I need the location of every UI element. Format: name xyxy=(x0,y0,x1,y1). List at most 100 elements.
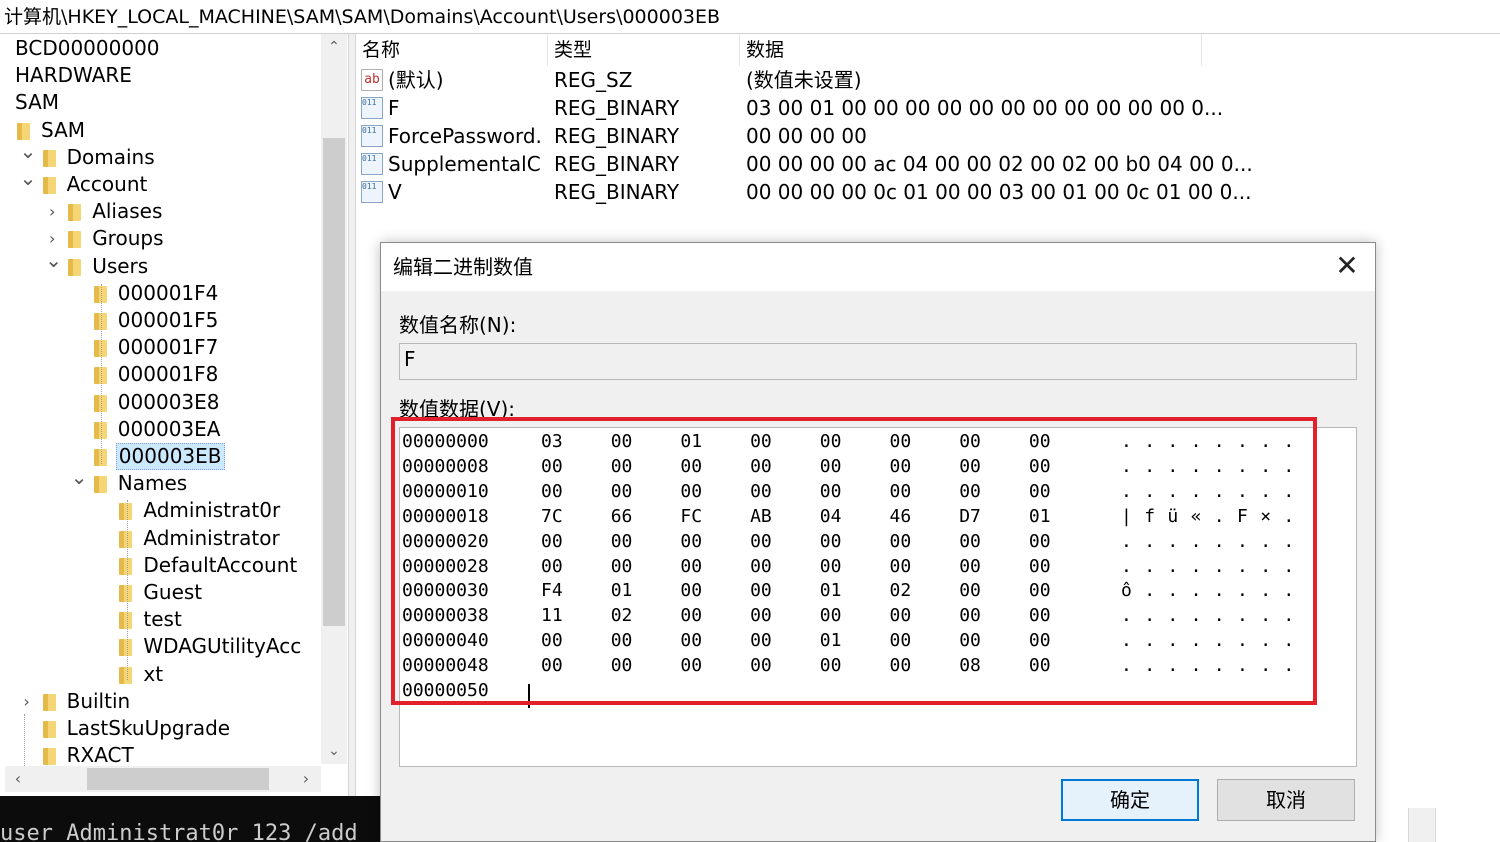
tree-item[interactable]: Administrat0r xyxy=(0,497,320,524)
folder-icon xyxy=(68,231,82,249)
chevron-down-icon[interactable]: ⌄ xyxy=(20,138,37,165)
chevron-down-icon[interactable]: ⌄ xyxy=(71,464,88,491)
tree-item[interactable]: 000003EB xyxy=(0,443,320,470)
tree-item[interactable]: SAM xyxy=(0,117,320,144)
tree-item[interactable]: ⌄ Domains xyxy=(0,139,320,171)
chevron-right-icon[interactable]: › xyxy=(45,198,59,225)
pane-splitter[interactable] xyxy=(348,34,356,796)
tree-item[interactable]: SAM xyxy=(0,89,320,116)
tree-vertical-scrollbar[interactable]: ⌃ ⌄ xyxy=(321,34,347,764)
scroll-down-icon[interactable]: ⌄ xyxy=(321,740,347,762)
folder-icon xyxy=(42,748,56,766)
chevron-right-icon[interactable]: › xyxy=(20,688,34,715)
tree-item-label: Guest xyxy=(143,580,203,604)
tree-item-label: 000003EB xyxy=(115,443,225,470)
value-data-cell: (数值未设置) xyxy=(746,68,862,92)
tree-item[interactable]: Guest xyxy=(0,579,320,606)
tree-horizontal-scrollbar[interactable]: ‹ › xyxy=(5,766,321,792)
tree-item[interactable]: 000003E8 xyxy=(0,389,320,416)
scroll-right-icon[interactable]: › xyxy=(295,766,317,792)
folder-icon xyxy=(119,557,133,575)
tree-horizontal-scroll-thumb[interactable] xyxy=(87,768,269,790)
address-bar[interactable]: 计算机\HKEY_LOCAL_MACHINE\SAM\SAM\Domains\A… xyxy=(0,0,1500,34)
tree-item-label: 000001F8 xyxy=(117,362,219,387)
tree-item-label: Names xyxy=(117,471,188,496)
binary-value-icon: 011 110 xyxy=(361,125,383,147)
value-type-cell: REG_BINARY xyxy=(554,96,680,120)
tree-item-label: test xyxy=(143,607,182,632)
tree-item-label: Administrator xyxy=(143,525,280,550)
tree-item[interactable]: 000001F4 xyxy=(0,280,320,307)
tree-item[interactable]: xt xyxy=(0,661,320,688)
tree-item-label: WDAGUtilityAcc xyxy=(143,634,302,659)
tree-item[interactable]: ⌄ Account xyxy=(0,166,320,198)
value-type-cell: REG_SZ xyxy=(554,68,633,92)
value-name-cell: SupplementalC... xyxy=(388,152,542,176)
background-window-edge xyxy=(1408,808,1436,842)
tree-item-label: HARDWARE xyxy=(15,63,132,88)
tree-item-label: SAM xyxy=(15,90,60,115)
dialog-titlebar[interactable]: 编辑二进制数值 ✕ xyxy=(381,243,1375,291)
tree-item[interactable]: 000001F7 xyxy=(0,334,320,361)
tree-item-label: SAM xyxy=(41,117,86,142)
tree-vertical-scroll-thumb[interactable] xyxy=(323,138,345,626)
folder-icon xyxy=(119,530,133,548)
tree-item[interactable]: ⌄ Names xyxy=(0,465,320,497)
tree-item-label: 000003E8 xyxy=(117,389,220,414)
value-name-cell: F xyxy=(388,96,400,120)
tree-item[interactable]: › Aliases xyxy=(0,198,320,225)
dialog-title: 编辑二进制数值 xyxy=(393,255,533,279)
folder-icon xyxy=(119,585,133,602)
cancel-button[interactable]: 取消 xyxy=(1217,779,1355,821)
tree-item[interactable]: WDAGUtilityAcc xyxy=(0,633,320,660)
tree-item-label: DefaultAccount xyxy=(143,552,298,577)
binary-value-icon: 011 110 xyxy=(361,153,383,175)
tree-item[interactable]: 000001F8 xyxy=(0,361,320,388)
tree-item-label: 000001F5 xyxy=(117,308,219,332)
value-type-cell: REG_BINARY xyxy=(554,124,680,148)
tree-item-label: 000001F4 xyxy=(117,280,219,305)
tree-item[interactable]: test xyxy=(0,606,320,633)
binary-value-icon: 011 110 xyxy=(361,181,383,203)
close-icon[interactable]: ✕ xyxy=(1319,243,1375,291)
terminal-window[interactable]: user Administrat0r 123 /add xyxy=(0,796,382,842)
value-name-cell: ForcePassword... xyxy=(388,124,542,148)
tree-item-label: 000003EA xyxy=(117,416,221,441)
tree-item-label: xt xyxy=(143,661,164,686)
tree-item[interactable]: LastSkuUpgrade xyxy=(0,715,320,742)
value-type-cell: REG_BINARY xyxy=(554,180,680,204)
value-data-cell: 03 00 01 00 00 00 00 00 00 00 00 00 00 0… xyxy=(746,96,1224,120)
list-row[interactable]: 011 110V REG_BINARY 00 00 00 00 0c 01 00 0… xyxy=(356,178,1256,206)
list-row[interactable]: 011 110SupplementalC... REG_BINARY 00 00 0… xyxy=(356,150,1256,178)
column-header-type[interactable]: 类型 xyxy=(548,34,740,66)
value-data-cell: 00 00 00 00 0c 01 00 00 03 00 01 00 0c 0… xyxy=(746,180,1252,204)
tree-item[interactable]: ⌄ Users xyxy=(0,248,320,280)
folder-icon xyxy=(119,639,133,657)
tree-item[interactable]: 000001F5 xyxy=(0,307,320,334)
ok-button[interactable]: 确定 xyxy=(1061,779,1199,821)
value-name-cell: (默认) xyxy=(388,68,444,92)
tree-item[interactable]: Administrator xyxy=(0,525,320,552)
tree-item-label: Domains xyxy=(66,144,155,169)
value-data-cell: 00 00 00 00 ac 04 00 00 02 00 02 00 b0 0… xyxy=(746,152,1253,176)
tree-item[interactable]: BCD00000000 xyxy=(0,35,320,62)
list-row[interactable]: 011 110ForcePassword... REG_BINARY 00 00 0… xyxy=(356,122,1256,150)
folder-icon xyxy=(119,503,133,521)
tree-item-label: Users xyxy=(92,253,149,278)
value-name-label: 数值名称(N): xyxy=(399,313,517,337)
column-header-name[interactable]: 名称 xyxy=(356,34,548,66)
chevron-down-icon[interactable]: ⌄ xyxy=(45,247,62,274)
tree-item-label: BCD00000000 xyxy=(15,36,160,60)
list-row[interactable]: 011 110F REG_BINARY 03 00 01 00 00 00 00 0… xyxy=(356,94,1256,122)
tree-item[interactable]: DefaultAccount xyxy=(0,552,320,579)
registry-tree: BCD00000000 HARDWARE SAM SAM ⌄ Domains ⌄ Accoun… xyxy=(0,34,348,796)
scroll-up-icon[interactable]: ⌃ xyxy=(321,36,347,58)
tree-item[interactable]: 000003EA xyxy=(0,416,320,443)
list-row[interactable]: ab (默认) REG_SZ (数值未设置) xyxy=(356,66,1256,94)
string-value-icon: ab xyxy=(361,69,383,91)
tree-item[interactable]: HARDWARE xyxy=(0,62,320,89)
chevron-down-icon[interactable]: ⌄ xyxy=(20,165,37,192)
tree-item[interactable]: › Builtin xyxy=(0,688,320,715)
scroll-left-icon[interactable]: ‹ xyxy=(7,766,29,792)
column-header-data[interactable]: 数据 xyxy=(740,34,1202,66)
